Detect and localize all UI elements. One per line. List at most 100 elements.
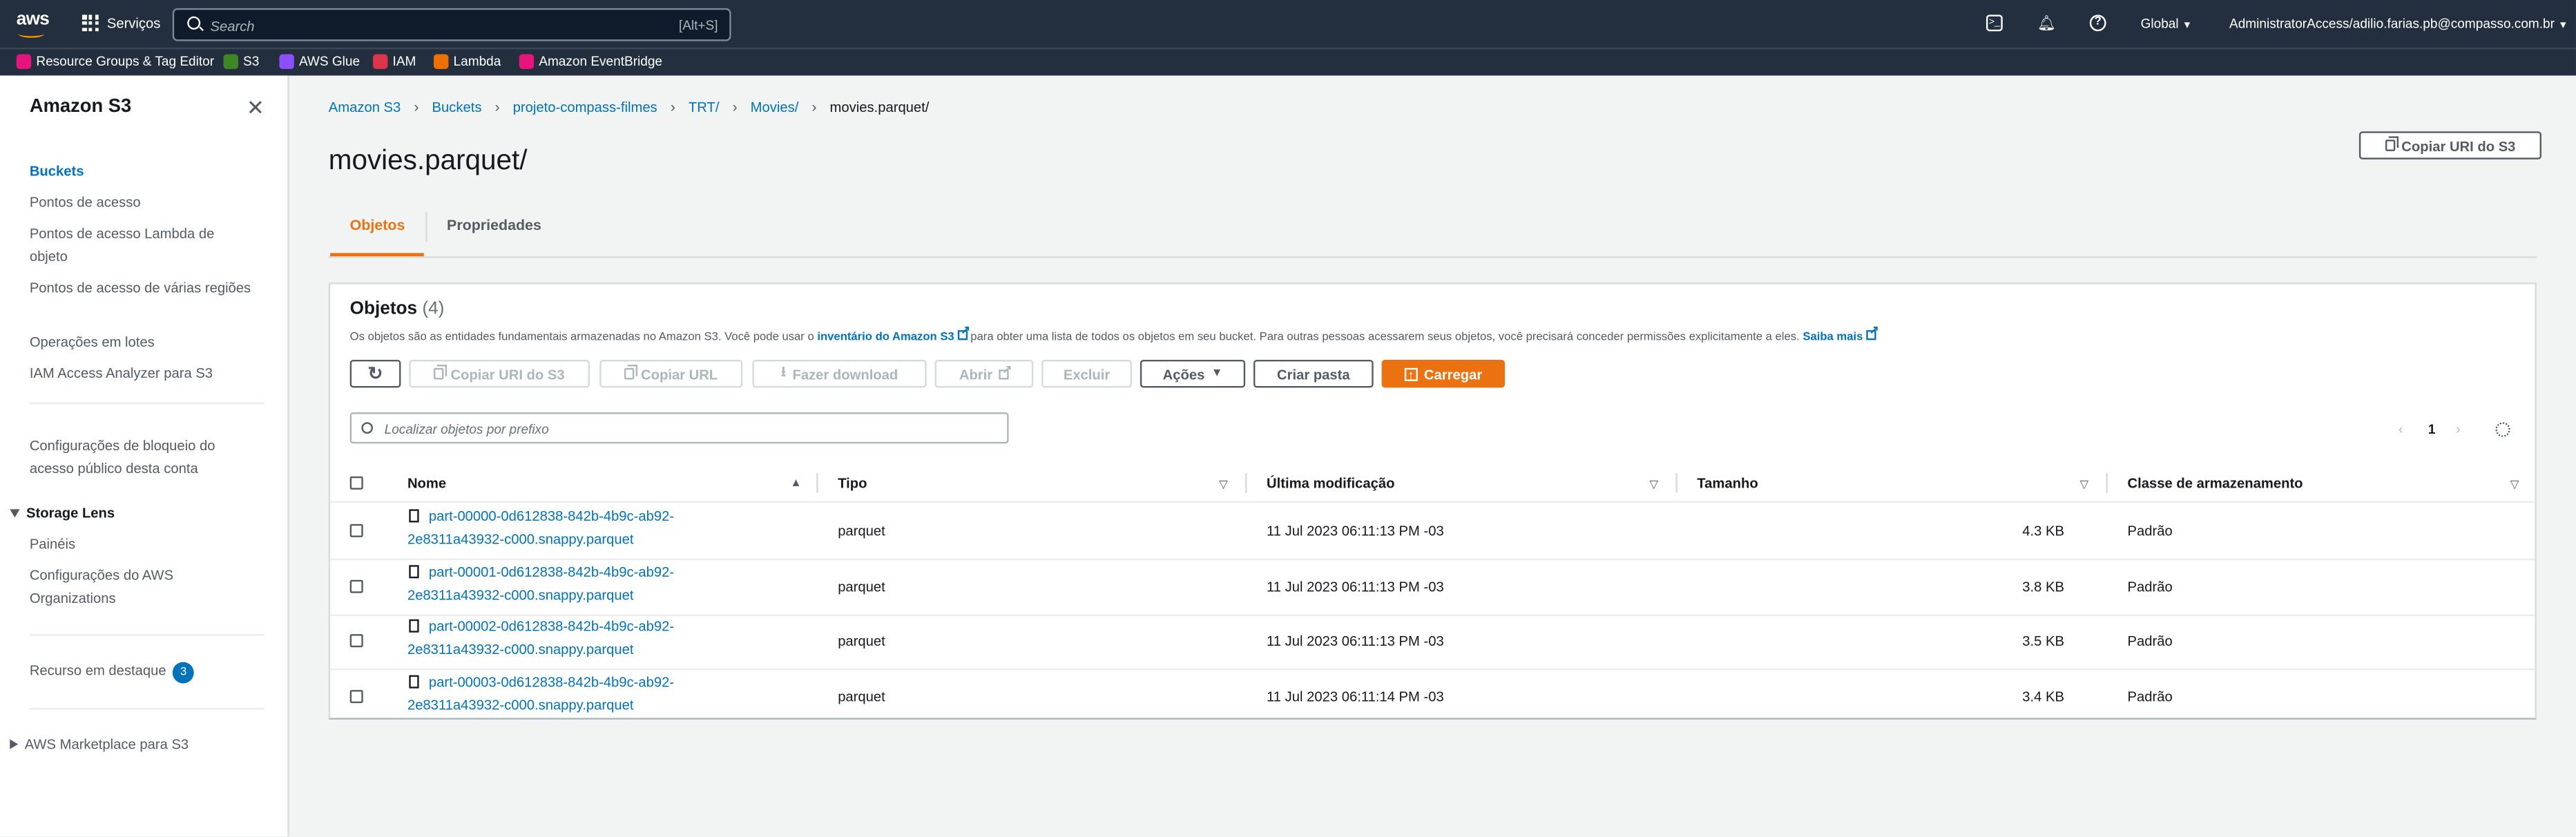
object-name-link[interactable]: part-00003-0d612838-842b-4b9c-ab92- 2e831… [407,672,736,716]
delete-label: Excluir [1063,365,1111,383]
account-menu[interactable]: AdministratorAccess/adilio.farias.pb@com… [2229,17,2568,31]
upload-button[interactable]: ↑ Carregar [1381,359,1505,388]
copy-icon [434,365,448,380]
objects-title: Objetos (4) [350,299,445,319]
column-name[interactable]: Nome [407,474,446,491]
upload-icon: ↑ [1404,367,1418,381]
next-page-icon[interactable]: › [2456,422,2460,436]
table-row[interactable]: part-00000-0d612838-842b-4b9c-ab92- 2e831… [330,503,2535,559]
sidebar-item-dashboards[interactable]: Painéis [30,534,251,556]
copy-url-button[interactable]: Copiar URL [599,359,743,388]
sort-icon[interactable]: ▽ [2080,478,2089,492]
table-row[interactable]: part-00001-0d612838-842b-4b9c-ab92- 2e831… [330,559,2535,615]
chevron-right-icon: › [494,98,500,115]
sidebar-item-lambda-access-points[interactable]: Pontos de acesso Lambda de objeto [30,224,251,268]
sort-icon[interactable]: ▽ [1219,478,1228,492]
glue-icon [279,54,294,69]
object-size: 3.5 KB [2022,632,2065,649]
favorite-label: AWS Glue [298,54,361,69]
storage-lens-section[interactable]: Storage Lens [10,504,115,521]
learn-more-link[interactable]: Saiba mais [1803,324,1878,344]
row-checkbox[interactable] [349,579,363,593]
sidebar-item-batch-operations[interactable]: Operações em lotes [30,332,251,354]
tab-objects[interactable]: Objetos [350,217,405,233]
favorites-bar: Resource Groups & Tag Editor S3 AWS Glue… [0,47,2576,76]
cloudshell-icon[interactable]: >_ [1986,15,2003,32]
sidebar-item-block-public-access[interactable]: Configurações de bloqueio do acesso públ… [30,435,251,479]
marketplace-section[interactable]: AWS Marketplace para S3 [10,736,189,752]
top-nav-bar: aws Serviços Search [Alt+S] >_ 🔔︎ ? Glob… [0,0,2576,48]
settings-gear-icon[interactable] [2495,422,2510,437]
search-icon [187,16,201,30]
create-folder-button[interactable]: Criar pasta [1253,359,1374,388]
object-prefix-search-input[interactable]: Localizar objetos por prefixo [349,412,1009,444]
row-checkbox[interactable] [349,690,363,704]
download-button[interactable]: ⭳ Fazer download [752,359,927,388]
table-row[interactable]: part-00003-0d612838-842b-4b9c-ab92- 2e831… [330,668,2535,724]
row-checkbox[interactable] [349,634,363,648]
notifications-bell-icon[interactable]: 🔔︎ [2037,15,2056,31]
column-size[interactable]: Tamanho [1697,474,1758,491]
breadcrumb-trt[interactable]: TRT/ [689,99,720,115]
open-button[interactable]: Abrir [934,359,1034,388]
favorite-resource-groups[interactable]: Resource Groups & Tag Editor [16,54,214,69]
services-menu-button[interactable]: Serviços [81,15,160,32]
search-input[interactable]: Search [Alt+S] [172,8,731,41]
aws-logo[interactable]: aws [17,10,50,38]
account-label: AdministratorAccess/adilio.farias.pb@com… [2229,16,2555,32]
object-name-part-2: 2e8311a43932-c000.snappy.parquet [407,586,634,602]
sidebar-item-iam-access-analyzer[interactable]: IAM Access Analyzer para S3 [30,363,251,385]
sidebar-item-multi-region-access-points[interactable]: Pontos de acesso de várias regiões [30,278,251,300]
sidebar-item-buckets[interactable]: Buckets [30,161,251,183]
favorite-lambda[interactable]: Lambda [434,54,501,69]
copy-s3-uri-action-button[interactable]: Copiar URI do S3 [409,359,590,388]
sort-ascending-icon[interactable]: ▲ [790,478,802,490]
object-name-link[interactable]: part-00000-0d612838-842b-4b9c-ab92- 2e831… [407,506,736,550]
actions-dropdown[interactable]: Ações ▼ [1140,359,1246,388]
prev-page-icon[interactable]: ‹ [2399,422,2403,436]
file-icon [409,509,419,523]
side-navigation: Amazon S3 ✕ Buckets Pontos de acesso Pon… [0,75,289,836]
chevron-right-icon: › [670,98,675,115]
page-number[interactable]: 1 [2428,422,2436,436]
object-type: parquet [838,688,885,705]
tab-active-indicator [330,253,424,257]
file-icon [409,565,419,579]
delete-button[interactable]: Excluir [1041,359,1132,388]
column-storage-class[interactable]: Classe de armazenamento [2128,474,2303,491]
table-row[interactable]: part-00002-0d612838-842b-4b9c-ab92- 2e831… [330,613,2535,670]
select-all-checkbox[interactable] [349,476,363,490]
breadcrumb-buckets[interactable]: Buckets [432,99,482,115]
object-storage-class: Padrão [2127,578,2173,595]
column-last-modified[interactable]: Última modificação [1267,474,1394,491]
region-selector[interactable]: Global ▼ [2141,17,2192,31]
search-icon [361,422,373,434]
sidebar-item-featured[interactable]: Recurso em destaque 3 [30,660,251,684]
sidebar-item-organizations-settings[interactable]: Configurações do AWS Organizations [30,565,251,609]
object-storage-class: Padrão [2127,688,2173,705]
row-checkbox[interactable] [349,523,363,537]
grid-icon [81,15,99,32]
column-type[interactable]: Tipo [838,474,867,491]
sort-icon[interactable]: ▽ [1649,478,1658,492]
tab-properties[interactable]: Propriedades [447,217,541,233]
favorite-eventbridge[interactable]: Amazon EventBridge [519,54,662,69]
caret-down-icon: ▼ [2182,21,2193,32]
breadcrumb-amazon-s3[interactable]: Amazon S3 [329,99,401,115]
close-icon[interactable]: ✕ [247,95,265,122]
sidebar-item-access-points[interactable]: Pontos de acesso [30,192,251,214]
breadcrumb-bucket[interactable]: projeto-compass-filmes [513,99,657,115]
table-header: Nome ▲ Tipo ▽ Última modificação ▽ Taman… [330,465,2535,503]
sort-icon[interactable]: ▽ [2510,478,2519,492]
inventory-link[interactable]: inventário do Amazon S3 [817,324,970,344]
breadcrumb-movies[interactable]: Movies/ [751,99,799,115]
object-name-link[interactable]: part-00002-0d612838-842b-4b9c-ab92- 2e831… [407,616,736,660]
copy-s3-uri-button[interactable]: Copiar URI do S3 [2358,131,2542,160]
file-icon [409,619,419,633]
favorite-iam[interactable]: IAM [372,54,416,69]
favorite-s3[interactable]: S3 [223,54,259,69]
refresh-button[interactable]: ↻ [349,359,401,388]
help-icon[interactable]: ? [2089,15,2106,32]
favorite-glue[interactable]: AWS Glue [279,54,361,69]
object-name-link[interactable]: part-00001-0d612838-842b-4b9c-ab92- 2e831… [407,562,736,606]
